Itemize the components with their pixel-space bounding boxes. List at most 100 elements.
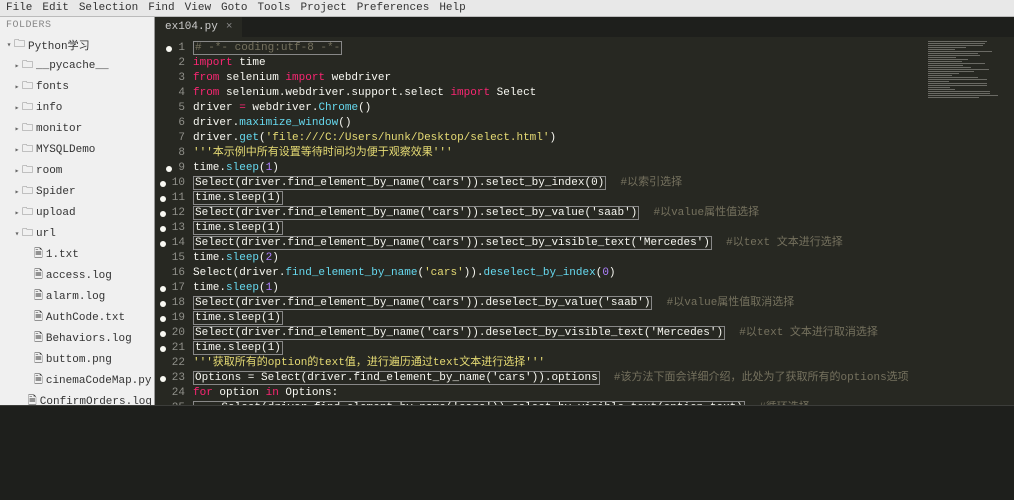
menu-item[interactable]: View	[185, 2, 211, 14]
folder-item[interactable]: ▸__pycache__	[0, 55, 154, 76]
menu-item[interactable]: Preferences	[357, 2, 430, 14]
file-icon	[34, 287, 46, 306]
line-number: 9	[178, 161, 185, 176]
tree-label: Behaviors.log	[46, 333, 132, 345]
folder-icon	[22, 56, 36, 75]
tree-label: 1.txt	[46, 249, 79, 261]
code-line[interactable]: driver.get('file:///C:/Users/hunk/Deskto…	[193, 131, 924, 146]
file-icon	[34, 308, 46, 327]
folder-item[interactable]: ▸monitor	[0, 118, 154, 139]
code-line[interactable]: for option in Options:	[193, 386, 924, 401]
code-line[interactable]: driver.maximize_window()	[193, 116, 924, 131]
file-item[interactable]: ConfirmOrders.log	[0, 391, 154, 405]
tree-label: MYSQLDemo	[36, 144, 95, 156]
tree-label: url	[36, 228, 56, 240]
folder-item[interactable]: ▸info	[0, 97, 154, 118]
code-line[interactable]: driver = webdriver.Chrome()	[193, 101, 924, 116]
code-line[interactable]: time.sleep(1)	[193, 311, 924, 326]
folder-icon	[22, 98, 36, 117]
code-line[interactable]: Select(driver.find_element_by_name('cars…	[193, 236, 924, 251]
folder-icon	[22, 224, 36, 243]
file-item[interactable]: cinemaCodeMap.py	[0, 370, 154, 391]
sidebar: FOLDERS ▾Python学习▸__pycache__▸fonts▸info…	[0, 17, 155, 405]
folder-icon	[22, 161, 36, 180]
modified-marker	[166, 151, 172, 157]
code-line[interactable]: Select(driver.find_element_by_name('cars…	[193, 326, 924, 341]
folder-item[interactable]: ▾Python学习	[0, 34, 154, 55]
code-line[interactable]: Select(driver.find_element_by_name('cars…	[193, 296, 924, 311]
modified-marker	[160, 361, 166, 367]
modified-marker	[166, 76, 172, 82]
file-item[interactable]: buttom.png	[0, 349, 154, 370]
file-item[interactable]: 1.txt	[0, 244, 154, 265]
line-number: 8	[178, 146, 185, 161]
code-line[interactable]: time.sleep(1)	[193, 161, 924, 176]
line-number: 12	[172, 206, 185, 221]
line-number: 23	[172, 371, 185, 386]
code-line[interactable]: # -*- coding:utf-8 -*-	[193, 41, 924, 56]
menu-item[interactable]: Edit	[42, 2, 68, 14]
menu-item[interactable]: Project	[300, 2, 346, 14]
code-line[interactable]: time.sleep(1)	[193, 341, 924, 356]
close-icon[interactable]: ×	[226, 21, 233, 33]
code-line[interactable]: '''本示例中所有设置等待时间均为便于观察效果'''	[193, 146, 924, 161]
code-line[interactable]: '''获取所有的option的text值，进行遍历通过text文本进行选择'''	[193, 356, 924, 371]
tree-label: AuthCode.txt	[46, 312, 125, 324]
tab-label: ex104.py	[165, 21, 218, 33]
menu-bar: File Edit Selection Find View Goto Tools Projec…	[0, 0, 1014, 17]
file-item[interactable]: access.log	[0, 265, 154, 286]
minimap[interactable]	[924, 37, 1014, 405]
modified-marker	[166, 46, 172, 52]
line-number: 3	[178, 71, 185, 86]
file-item[interactable]: AuthCode.txt	[0, 307, 154, 328]
code-line[interactable]: time.sleep(2)	[193, 251, 924, 266]
code-line[interactable]: Select(driver.find_element_by_name('cars…	[193, 401, 924, 405]
folder-item[interactable]: ▸fonts	[0, 76, 154, 97]
code-line[interactable]: from selenium.webdriver.support.select i…	[193, 86, 924, 101]
modified-marker	[166, 136, 172, 142]
folder-item[interactable]: ▸room	[0, 160, 154, 181]
menu-item[interactable]: Tools	[257, 2, 290, 14]
modified-marker	[160, 211, 166, 217]
modified-marker	[160, 286, 166, 292]
code-line[interactable]: time.sleep(1)	[193, 281, 924, 296]
code-line[interactable]: time.sleep(1)	[193, 221, 924, 236]
code-line[interactable]: time.sleep(1)	[193, 191, 924, 206]
line-number: 24	[172, 386, 185, 401]
line-number: 16	[172, 266, 185, 281]
folder-item[interactable]: ▸MYSQLDemo	[0, 139, 154, 160]
folder-icon	[22, 119, 36, 138]
code-line[interactable]: from selenium import webdriver	[193, 71, 924, 86]
code-line[interactable]: import time	[193, 56, 924, 71]
tree-label: alarm.log	[46, 291, 105, 303]
folder-icon	[22, 203, 36, 222]
folder-item[interactable]: ▾url	[0, 223, 154, 244]
menu-item[interactable]: Find	[148, 2, 174, 14]
menu-item[interactable]: Goto	[221, 2, 247, 14]
menu-item[interactable]: File	[6, 2, 32, 14]
file-item[interactable]: Behaviors.log	[0, 328, 154, 349]
file-icon	[34, 371, 46, 390]
code-line[interactable]: Options = Select(driver.find_element_by_…	[193, 371, 924, 386]
folder-icon	[14, 35, 28, 54]
code-line[interactable]: Select(driver.find_element_by_name('cars…	[193, 206, 924, 221]
tree-label: Spider	[36, 186, 76, 198]
folder-item[interactable]: ▸upload	[0, 202, 154, 223]
file-item[interactable]: alarm.log	[0, 286, 154, 307]
code-line[interactable]: Select(driver.find_element_by_name('cars…	[193, 266, 924, 281]
console-panel[interactable]	[0, 405, 1014, 500]
file-tab[interactable]: ex104.py ×	[155, 17, 243, 37]
file-icon	[34, 350, 46, 369]
modified-marker	[160, 271, 166, 277]
modified-marker	[160, 376, 166, 382]
menu-item[interactable]: Help	[439, 2, 465, 14]
code-editor[interactable]: # -*- coding:utf-8 -*-import timefrom se…	[193, 37, 924, 405]
menu-item[interactable]: Selection	[79, 2, 138, 14]
code-line[interactable]: Select(driver.find_element_by_name('cars…	[193, 176, 924, 191]
folder-tree[interactable]: ▾Python学习▸__pycache__▸fonts▸info▸monitor…	[0, 34, 154, 405]
modified-marker	[160, 391, 166, 397]
modified-marker	[160, 301, 166, 307]
modified-marker	[160, 196, 166, 202]
modified-marker	[166, 121, 172, 127]
folder-item[interactable]: ▸Spider	[0, 181, 154, 202]
